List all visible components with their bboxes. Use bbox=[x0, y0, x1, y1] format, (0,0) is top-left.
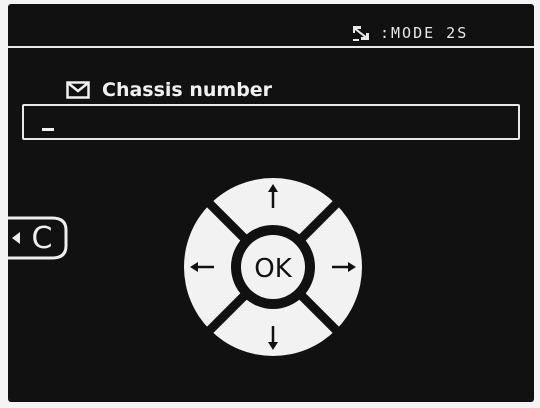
envelope-icon bbox=[66, 81, 90, 99]
mode-label: :MODE 2S bbox=[380, 24, 469, 42]
header-divider bbox=[8, 46, 534, 48]
status-bar: :MODE 2S bbox=[8, 4, 534, 42]
ok-button[interactable]: OK bbox=[241, 235, 305, 299]
field-label-row: Chassis number bbox=[66, 78, 272, 102]
back-button-label: C bbox=[32, 221, 53, 256]
back-button[interactable]: C bbox=[8, 214, 70, 262]
field-label: Chassis number bbox=[102, 79, 273, 101]
device-screen: :MODE 2S Chassis number C OK bbox=[8, 4, 534, 402]
ok-button-label: OK bbox=[254, 254, 292, 284]
back-arrow-icon bbox=[12, 232, 20, 244]
dpad: OK bbox=[184, 178, 362, 356]
chassis-number-input[interactable] bbox=[22, 104, 520, 140]
text-cursor bbox=[42, 128, 54, 131]
mode-arrow-icon bbox=[353, 26, 369, 41]
